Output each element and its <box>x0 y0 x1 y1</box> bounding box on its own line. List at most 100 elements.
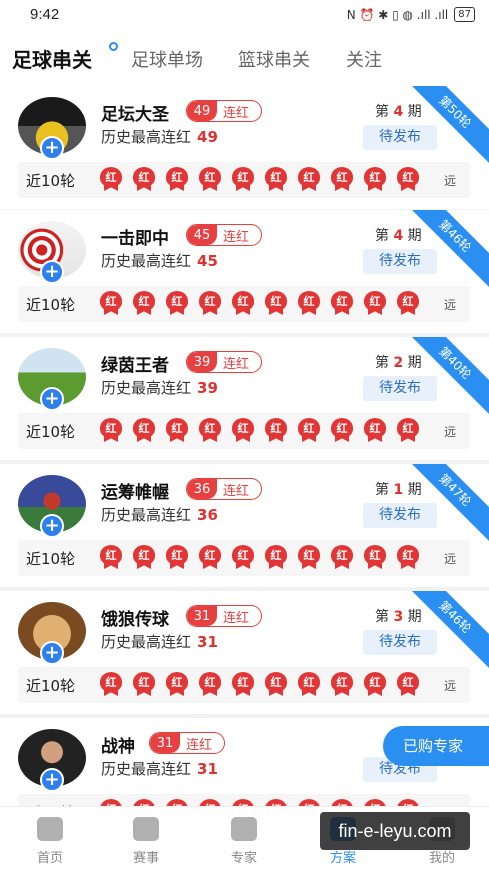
hong-win-icon: 红 <box>397 418 419 442</box>
hong-win-icon: 红 <box>133 418 155 442</box>
follow-plus-icon[interactable]: + <box>40 768 64 792</box>
expert-name: 战神 <box>101 737 135 757</box>
streak-badge: 31 连红 <box>186 605 262 627</box>
bought-experts-button[interactable]: 已购专家 <box>383 726 489 766</box>
pending-publish-button[interactable]: 待发布 <box>363 125 437 150</box>
hong-win-icon: 红 <box>232 418 254 442</box>
hong-win-icon: 红 <box>133 672 155 696</box>
pending-publish-button[interactable]: 待发布 <box>363 503 437 528</box>
recent-far-link[interactable]: 远 <box>444 296 456 313</box>
hong-win-icon: 红 <box>397 672 419 696</box>
follow-plus-icon[interactable]: + <box>40 514 64 538</box>
streak-label: 连红 <box>223 229 250 245</box>
expert-card[interactable]: + 一击即中 45 连红 历史最高连红 45 第 4 期待发布 第46轮 近10轮红红红红红红红… <box>0 210 489 333</box>
trophy-icon <box>133 817 159 841</box>
expert-card[interactable]: + 饿狼传球 31 连红 历史最高连红 31 第 3 期待发布 第46轮 近10轮红红红红红红红… <box>0 591 489 714</box>
streak-count: 49 <box>187 101 217 121</box>
streak-badge: 39 连红 <box>186 351 262 373</box>
follow-plus-icon[interactable]: + <box>40 260 64 284</box>
streak-count: 45 <box>187 225 217 245</box>
nav-events[interactable]: 赛事 <box>116 817 176 866</box>
nav-experts-label: 专家 <box>230 851 257 866</box>
recent-far-link[interactable]: 远 <box>444 550 456 567</box>
recent-results-row[interactable]: 近10轮红红红红红红红红红红远 <box>18 162 470 198</box>
battery-icon: 87 <box>454 7 475 22</box>
tab-basketball-parlay[interactable]: 篮球串关 <box>238 46 310 72</box>
expert-name: 运筹帷幄 <box>101 483 169 503</box>
home-icon <box>37 817 63 841</box>
hong-win-icon: 红 <box>265 545 287 569</box>
recent-label: 近10轮 <box>26 423 76 441</box>
history-value: 39 <box>197 379 218 397</box>
hong-win-icon: 红 <box>265 291 287 315</box>
streak-badge: 31 连红 <box>149 732 225 754</box>
hong-win-icon: 红 <box>364 418 386 442</box>
streak-badge: 45 连红 <box>186 224 262 246</box>
hong-win-icon: 红 <box>100 418 122 442</box>
pending-publish-button[interactable]: 待发布 <box>363 630 437 655</box>
nav-home-label: 首页 <box>36 851 63 866</box>
history-label: 历史最高连红 <box>101 506 192 524</box>
follow-plus-icon[interactable]: + <box>40 641 64 665</box>
recent-far-link[interactable]: 远 <box>444 677 456 694</box>
recent-results-icons: 红红红红红红红红红红 <box>100 167 419 191</box>
recent-results-row[interactable]: 近10轮红红红红红红红红红红远 <box>18 540 470 576</box>
hong-win-icon: 红 <box>232 167 254 191</box>
expert-card[interactable]: + 足坛大圣 49 连红 历史最高连红 49 第 4 期待发布 第50轮 近10轮红红红红红红红… <box>0 86 489 209</box>
history-label: 历史最高连红 <box>101 760 192 778</box>
recent-far-link[interactable]: 远 <box>444 423 456 440</box>
period-number: 第 4 期 <box>375 104 422 120</box>
hong-win-icon: 红 <box>199 545 221 569</box>
hong-win-icon: 红 <box>265 167 287 191</box>
streak-label: 连红 <box>223 483 250 499</box>
hong-win-icon: 红 <box>100 545 122 569</box>
streak-label: 连红 <box>223 105 250 121</box>
hong-win-icon: 红 <box>331 418 353 442</box>
hong-win-icon: 红 <box>298 545 320 569</box>
recent-results-row[interactable]: 近10轮红红红红红红红红红红远 <box>18 667 470 703</box>
hong-win-icon: 红 <box>199 418 221 442</box>
watermark: fin-e-leyu.com <box>320 812 470 850</box>
history-best-streak: 历史最高连红 45 <box>101 250 218 271</box>
hong-win-icon: 红 <box>397 291 419 315</box>
hong-win-icon: 红 <box>100 291 122 315</box>
follow-plus-icon[interactable]: + <box>40 387 64 411</box>
pending-publish-button[interactable]: 待发布 <box>363 249 437 274</box>
tab-follow[interactable]: 关注 <box>346 46 382 72</box>
follow-plus-icon[interactable]: + <box>40 136 64 160</box>
streak-label: 连红 <box>186 737 213 753</box>
hong-win-icon: 红 <box>298 672 320 696</box>
hong-win-icon: 红 <box>265 418 287 442</box>
hong-win-icon: 红 <box>133 291 155 315</box>
expert-card[interactable]: + 运筹帷幄 36 连红 历史最高连红 36 第 1 期待发布 第47轮 近10轮红红红红红红红… <box>0 464 489 587</box>
recent-results-icons: 红红红红红红红红红红 <box>100 291 419 315</box>
recent-label: 近10轮 <box>26 550 76 568</box>
tab-football-parlay[interactable]: 足球串关 <box>12 44 92 73</box>
history-value: 45 <box>197 252 218 270</box>
hong-win-icon: 红 <box>232 672 254 696</box>
history-best-streak: 历史最高连红 31 <box>101 631 218 652</box>
recent-results-row[interactable]: 近10轮红红红红红红红红红红远 <box>18 286 470 322</box>
recent-far-link[interactable]: 远 <box>444 172 456 189</box>
recent-label: 近10轮 <box>26 677 76 695</box>
hong-win-icon: 红 <box>331 545 353 569</box>
pending-publish-button[interactable]: 待发布 <box>363 376 437 401</box>
expert-name: 绿茵王者 <box>101 356 169 376</box>
recent-results-row[interactable]: 近10轮红红红红红红红红红红远 <box>18 413 470 449</box>
period-number: 第 4 期 <box>375 228 422 244</box>
hong-win-icon: 红 <box>166 672 188 696</box>
history-best-streak: 历史最高连红 31 <box>101 758 218 779</box>
history-value: 49 <box>197 128 218 146</box>
expert-card[interactable]: + 绿茵王者 39 连红 历史最高连红 39 第 2 期待发布 第40轮 近10轮红红红红红红红… <box>0 337 489 460</box>
top-tabs: 足球串关 足球单场 篮球串关 关注 <box>0 30 489 86</box>
tab-indicator-dot <box>109 42 118 51</box>
expert-icon <box>231 817 257 841</box>
nav-experts[interactable]: 专家 <box>214 817 274 866</box>
status-time: 9:42 <box>30 6 60 23</box>
history-best-streak: 历史最高连红 49 <box>101 126 218 147</box>
hong-win-icon: 红 <box>133 167 155 191</box>
nav-home[interactable]: 首页 <box>20 817 80 866</box>
tab-football-single[interactable]: 足球单场 <box>131 46 203 72</box>
hong-win-icon: 红 <box>397 167 419 191</box>
hong-win-icon: 红 <box>166 167 188 191</box>
